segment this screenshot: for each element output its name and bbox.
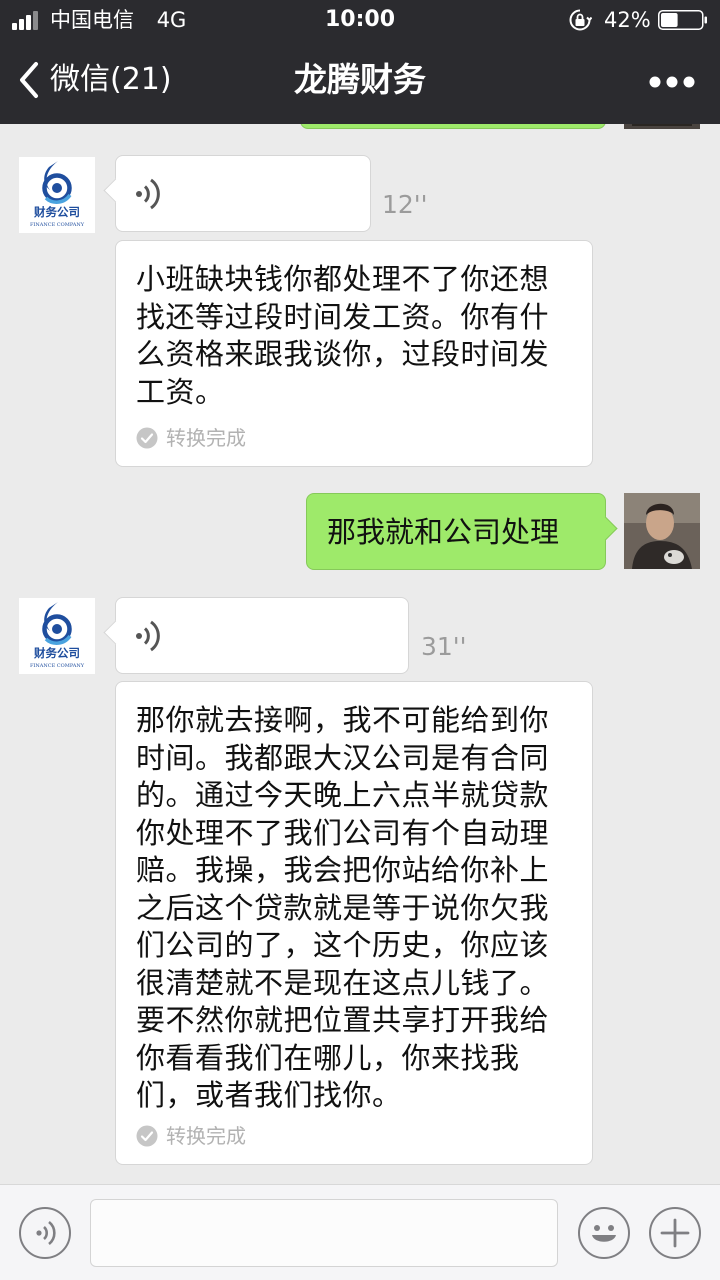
input-bar	[0, 1184, 720, 1280]
voice-waves-icon	[136, 178, 160, 210]
nav-bar: 微信(21) 龙腾财务	[0, 40, 720, 124]
voice-duration: 12''	[382, 190, 428, 219]
transcript-bubble[interactable]: 那你就去接啊，我不可能给到你时间。我都跟大汉公司是有合同的。通过今天晚上六点半就…	[115, 681, 593, 1165]
check-circle-icon	[136, 1125, 158, 1147]
add-button[interactable]	[649, 1207, 701, 1259]
logo-subtext: FINANCE COMPANY	[30, 663, 85, 669]
transcript-text: 小班缺块钱你都处理不了你还想找还等过段时间发工资。你有什么资格来跟我谈你，过段时…	[136, 262, 550, 409]
company-logo-icon: 财务公司 FINANCE COMPANY	[30, 161, 85, 228]
back-button[interactable]: 微信(21)	[16, 58, 172, 102]
battery-icon	[658, 10, 707, 30]
sent-text: 那我就和公司处理	[327, 515, 560, 549]
battery-percent: 42%	[604, 8, 651, 32]
user-photo	[624, 493, 700, 569]
voice-message-bubble[interactable]	[115, 597, 409, 674]
previous-sent-bubble	[300, 124, 606, 129]
emoji-icon	[592, 1225, 616, 1242]
converted-label: 转换完成	[166, 1124, 246, 1148]
more-dots-icon[interactable]	[646, 62, 698, 102]
voice-message-bubble[interactable]	[115, 155, 371, 232]
status-bar: 中国电信 4G 10:00 42%	[0, 0, 720, 40]
transcript-text: 那你就去接啊，我不可能给到你时间。我都跟大汉公司是有合同的。通过今天晚上六点半就…	[136, 703, 550, 1112]
chat-screen: 中国电信 4G 10:00 42% 微信(21) 龙腾财务 财务公司 FINAN…	[0, 0, 720, 1280]
chat-title: 龙腾财务	[294, 60, 426, 99]
company-logo-icon: 财务公司 FINANCE COMPANY	[30, 602, 85, 669]
check-circle-icon	[136, 427, 158, 449]
voice-mode-icon	[36, 1220, 56, 1246]
logo-text: 财务公司	[33, 205, 80, 219]
top-bar: 中国电信 4G 10:00 42% 微信(21) 龙腾财务	[0, 0, 720, 124]
company-avatar[interactable]: 财务公司 FINANCE COMPANY	[19, 157, 95, 233]
previous-user-avatar	[624, 124, 700, 129]
converted-label: 转换完成	[166, 426, 246, 450]
voice-waves-icon	[136, 620, 160, 652]
voice-duration: 31''	[421, 632, 467, 661]
conversion-status: 转换完成	[136, 425, 246, 451]
chevron-left-icon	[20, 62, 38, 98]
user-avatar[interactable]	[624, 493, 700, 569]
back-label: 微信(21)	[50, 62, 172, 97]
sent-text-bubble[interactable]: 那我就和公司处理	[306, 493, 606, 570]
plus-icon	[660, 1218, 690, 1248]
company-avatar[interactable]: 财务公司 FINANCE COMPANY	[19, 598, 95, 674]
conversion-status: 转换完成	[136, 1123, 246, 1149]
emoji-button[interactable]	[578, 1207, 630, 1259]
transcript-bubble[interactable]: 小班缺块钱你都处理不了你还想找还等过段时间发工资。你有什么资格来跟我谈你，过段时…	[115, 240, 593, 467]
logo-text: 财务公司	[33, 646, 80, 660]
message-list[interactable]: 财务公司 FINANCE COMPANY 12'' 小班缺块钱你都处理不了你还想…	[0, 124, 720, 1184]
orientation-lock-icon	[569, 9, 592, 31]
logo-subtext: FINANCE COMPANY	[30, 222, 85, 228]
message-input[interactable]	[90, 1199, 558, 1267]
voice-mode-button[interactable]	[19, 1207, 71, 1259]
